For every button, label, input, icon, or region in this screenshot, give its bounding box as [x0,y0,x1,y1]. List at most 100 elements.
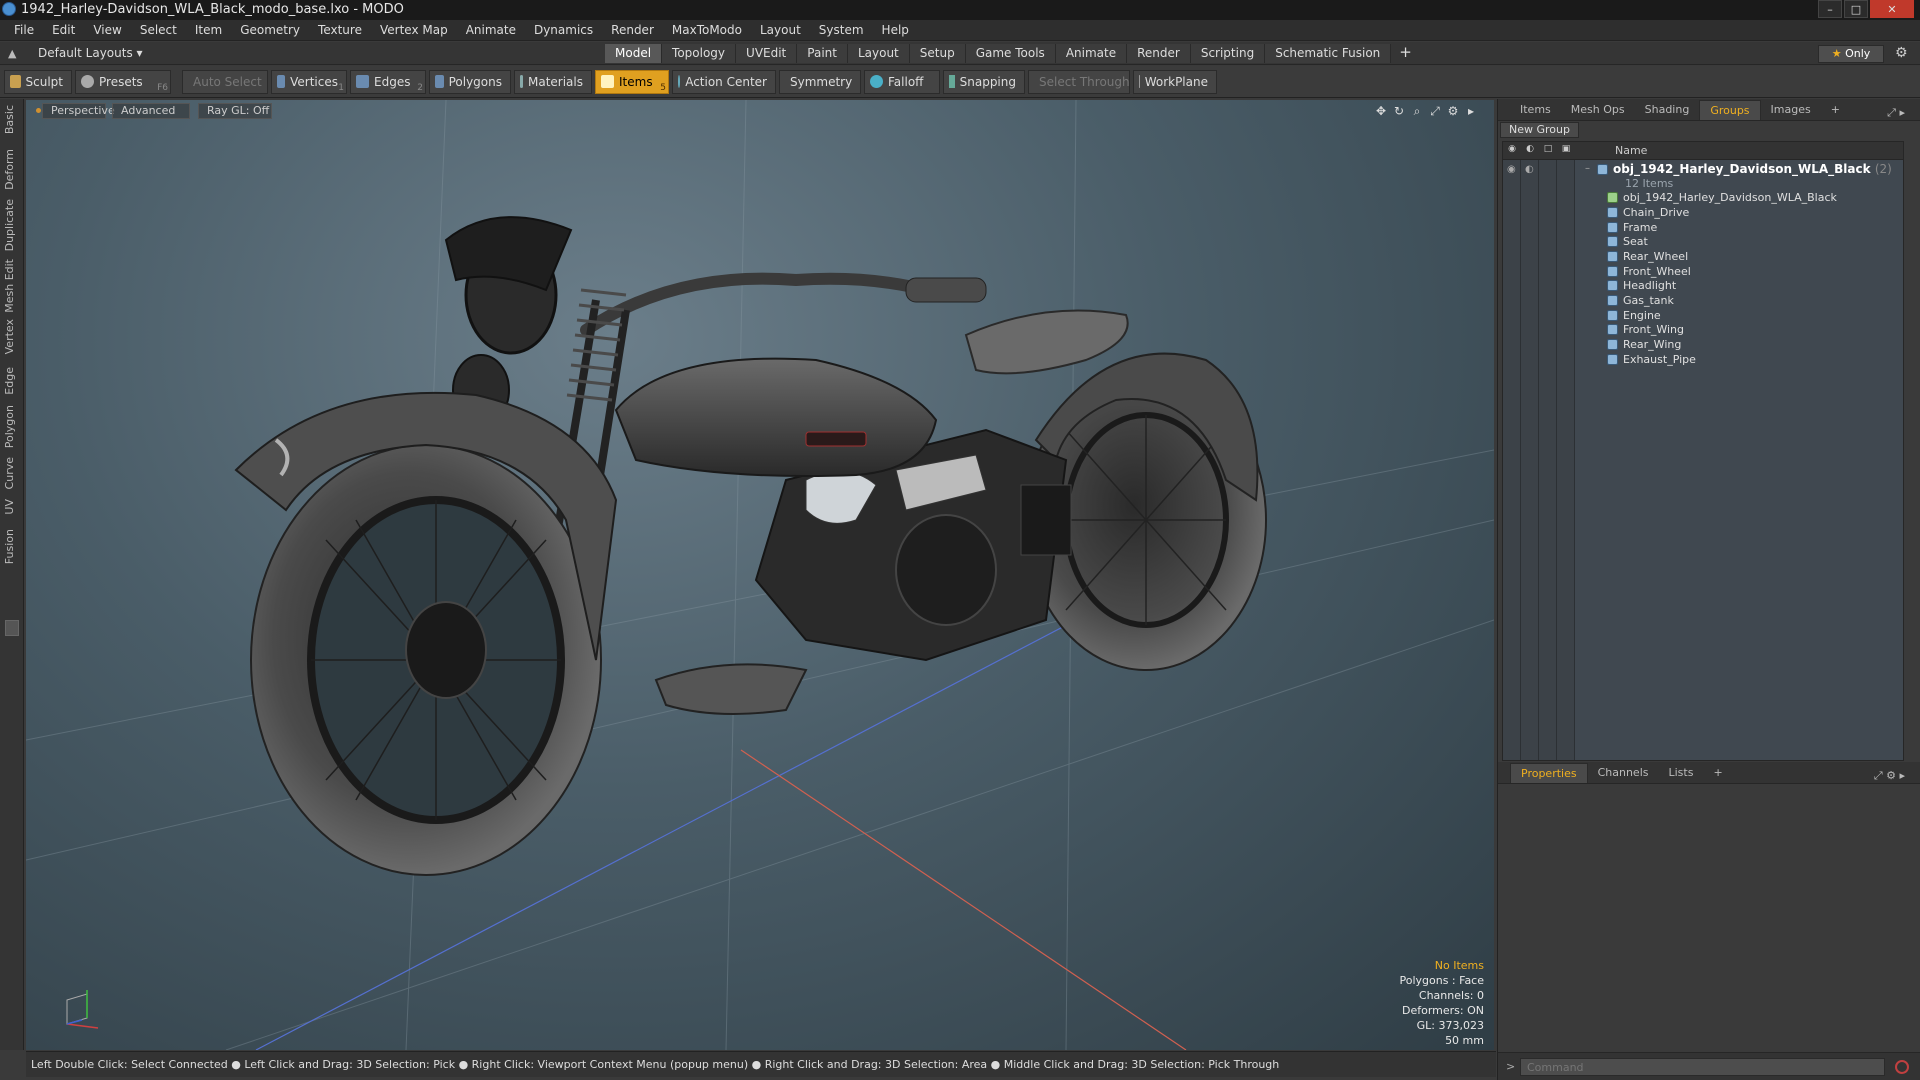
tab-curve[interactable]: Curve [3,457,19,489]
tab-topology[interactable]: Topology [662,44,737,63]
viewport-menu-arrow-icon[interactable]: ▸ [1462,103,1480,119]
view-perspective-button[interactable]: Perspective [42,103,115,119]
tab-vertex[interactable]: Vertex [3,319,19,354]
menu-maxtomodo[interactable]: MaxToModo [663,23,751,37]
edges-button[interactable]: Edges 2 [350,69,426,94]
tab-uv[interactable]: UV [3,499,19,515]
name-column-header[interactable]: Name [1615,144,1647,157]
tab-items[interactable]: Items [1510,100,1561,120]
tab-paint[interactable]: Paint [797,44,848,63]
command-bar: > [1498,1052,1920,1080]
tab-uvedit[interactable]: UVEdit [736,44,798,63]
tab-lists[interactable]: Lists [1659,763,1704,783]
menu-view[interactable]: View [84,23,130,37]
menu-texture[interactable]: Texture [309,23,371,37]
command-input[interactable] [1520,1058,1885,1076]
panel-expand-icon[interactable]: ⤢ ▸ [1877,103,1915,123]
menu-help[interactable]: Help [873,23,918,37]
tab-duplicate[interactable]: Duplicate [3,199,19,251]
menu-render[interactable]: Render [602,23,663,37]
minimize-button[interactable]: – [1818,0,1842,18]
3d-viewport[interactable]: Perspective Advanced Ray GL: Off ✥ ↻ ⌕ ⤢… [26,100,1494,1050]
maximize-button[interactable]: □ [1844,0,1868,18]
render-column-icon[interactable]: ◐ [1523,144,1537,157]
polygons-button[interactable]: Polygons [429,69,511,94]
tab-setup[interactable]: Setup [909,44,966,63]
tab-fusion[interactable]: Fusion [3,529,19,564]
menu-layout[interactable]: Layout [751,23,810,37]
tab-basic[interactable]: Basic [3,105,19,134]
action-center-button[interactable]: Action Center [672,69,776,94]
viewport-info: No Items Polygons : Face Channels: 0 Def… [1399,958,1484,1048]
list-item[interactable]: Exhaust_Pipe [1503,351,1903,369]
vertices-button[interactable]: Vertices 1 [271,69,347,94]
expand-arrow-icon[interactable]: – [1585,163,1590,174]
falloff-button[interactable]: Falloff [864,69,940,94]
tab-deform[interactable]: Deform [3,149,19,190]
symmetry-button[interactable]: Symmetry [779,69,861,94]
tab-shading[interactable]: Shading [1635,100,1700,120]
visibility-column-icon[interactable]: ◉ [1505,144,1519,157]
gear-icon[interactable]: ⚙ [1895,45,1908,61]
vertices-label: Vertices [290,74,338,89]
tab-mesh-edit[interactable]: Mesh Edit [3,259,19,313]
menu-vertex-map[interactable]: Vertex Map [371,23,457,37]
lock-column-icon[interactable]: □ [1541,144,1555,157]
tab-model[interactable]: Model [605,44,663,63]
group-render-icon[interactable]: ◐ [1525,164,1534,175]
tab-channels[interactable]: Channels [1588,763,1659,783]
tab-render[interactable]: Render [1127,44,1191,63]
tab-images[interactable]: Images [1761,100,1821,120]
fit-icon[interactable]: ⤢ [1426,103,1444,119]
tab-layout[interactable]: Layout [847,44,910,63]
tab-properties[interactable]: Properties [1510,762,1588,783]
tab-scripting[interactable]: Scripting [1190,44,1266,63]
only-button[interactable]: ★ Only [1818,45,1884,63]
close-button[interactable]: ✕ [1870,0,1914,18]
menu-file[interactable]: File [5,23,43,37]
collapse-arrow-icon[interactable]: ▲ [8,47,16,60]
tab-game-tools[interactable]: Game Tools [965,44,1056,63]
sculpt-button[interactable]: Sculpt [4,69,72,94]
menu-item[interactable]: Item [186,23,231,37]
add-panel-tab-icon[interactable]: + [1821,100,1850,120]
new-group-button[interactable]: New Group [1500,122,1579,138]
group-visibility-icon[interactable]: ◉ [1507,164,1516,175]
tab-mesh-ops[interactable]: Mesh Ops [1561,100,1635,120]
tab-polygon[interactable]: Polygon [3,405,19,448]
properties-settings-icon[interactable]: ⤢ ⚙ ▸ [1864,766,1915,786]
tab-animate[interactable]: Animate [1055,44,1128,63]
menu-geometry[interactable]: Geometry [231,23,309,37]
bottom-panel-tabs: Properties Channels Lists + ⤢ ⚙ ▸ [1498,762,1920,784]
toggle-panel-button[interactable] [5,620,19,636]
handlebar [580,272,932,336]
raygl-button[interactable]: Ray GL: Off [198,103,272,119]
select-column-icon[interactable]: ▣ [1559,144,1573,157]
rotate-icon[interactable]: ↻ [1390,103,1408,119]
menu-select[interactable]: Select [131,23,186,37]
add-bottom-tab-icon[interactable]: + [1703,763,1732,783]
default-layouts-dropdown[interactable]: Default Layouts ▾ [38,46,143,60]
shading-advanced-button[interactable]: Advanced [112,103,190,119]
menu-edit[interactable]: Edit [43,23,84,37]
workplane-button[interactable]: WorkPlane [1133,69,1217,94]
select-through-button[interactable]: Select Through [1028,69,1130,94]
tab-groups[interactable]: Groups [1699,99,1761,120]
menu-animate[interactable]: Animate [457,23,525,37]
zoom-icon[interactable]: ⌕ [1408,103,1426,119]
presets-button[interactable]: Presets F6 [75,69,171,94]
tab-schematic-fusion[interactable]: Schematic Fusion [1265,44,1392,63]
list-item-label: obj_1942_Harley_Davidson_WLA_Black [1623,191,1837,204]
menu-system[interactable]: System [810,23,873,37]
auto-select-button[interactable]: Auto Select [182,69,268,94]
snapping-button[interactable]: Snapping [943,69,1025,94]
record-macro-icon[interactable] [1895,1060,1909,1074]
items-button[interactable]: Items 5 [595,69,669,94]
materials-button[interactable]: Materials [514,69,592,94]
add-tab-button[interactable]: + [1391,44,1420,63]
menu-dynamics[interactable]: Dynamics [525,23,602,37]
presets-hotkey: F6 [157,82,168,93]
tab-edge[interactable]: Edge [3,367,19,395]
viewport-settings-icon[interactable]: ⚙ [1444,103,1462,119]
pan-icon[interactable]: ✥ [1372,103,1390,119]
